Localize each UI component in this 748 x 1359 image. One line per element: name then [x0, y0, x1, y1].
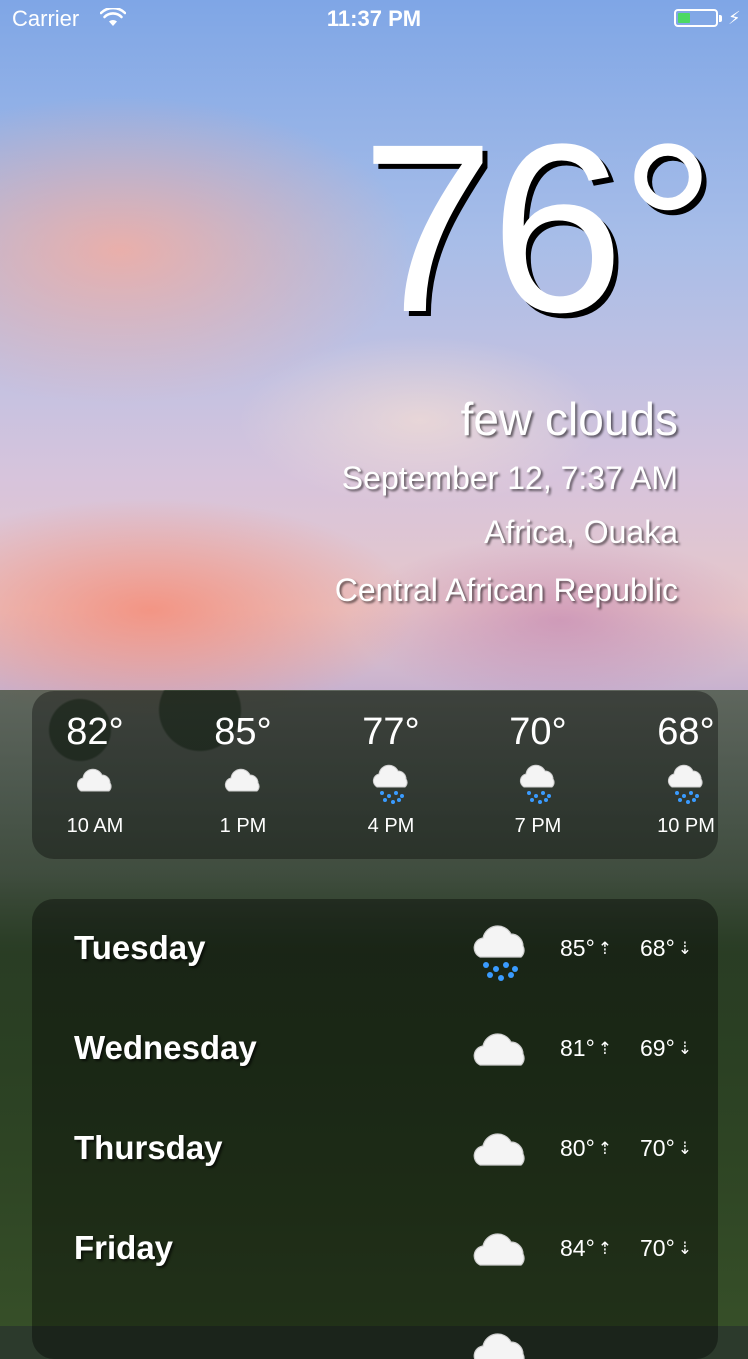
- hourly-forecast[interactable]: 82° 10 AM 85° 1 PM 77° 4 PM 70° 7 PM 68°: [32, 691, 718, 859]
- daily-forecast[interactable]: Tuesday 85° ⇡ 68° ⇣ Wednesday 81° ⇡ 69° ⇣ Th…: [32, 899, 718, 1359]
- hourly-time: 1 PM: [219, 815, 267, 837]
- hourly-time: 4 PM: [367, 815, 415, 837]
- rain-cloud-icon: [519, 764, 555, 804]
- day-name: Thursday: [74, 1129, 223, 1166]
- current-datetime: September 12, 7:37 AM: [341, 460, 678, 496]
- day-name: Friday: [74, 1229, 174, 1266]
- daily-row: Friday 84° ⇡ 70° ⇣: [32, 1199, 718, 1299]
- hourly-temp: 70°: [509, 711, 567, 753]
- low-temp: 68° ⇣: [640, 935, 693, 961]
- day-name: Tuesday: [74, 929, 206, 966]
- location-country: Central African Republic: [334, 572, 678, 608]
- arrow-down-icon: ⇣: [677, 1139, 693, 1158]
- hourly-temp: 68°: [657, 711, 715, 753]
- day-name: Wednesday: [74, 1029, 257, 1066]
- high-temp: 80° ⇡: [560, 1135, 613, 1161]
- arrow-up-icon: ⇡: [597, 1139, 613, 1158]
- arrow-up-icon: ⇡: [597, 939, 613, 958]
- daily-row: Wednesday 81° ⇡ 69° ⇣: [32, 999, 718, 1099]
- low-temp: 69° ⇣: [640, 1035, 693, 1061]
- low-temp: 70° ⇣: [640, 1135, 693, 1161]
- charging-icon: ⚡: [728, 8, 741, 28]
- hourly-time: 7 PM: [514, 815, 562, 837]
- cloud-icon: [224, 768, 260, 792]
- cloud-icon: [473, 1133, 525, 1166]
- hourly-temp: 85°: [214, 711, 272, 753]
- status-bar: Carrier 11:37 PM ⚡: [0, 0, 748, 40]
- cloud-icon: [473, 1333, 525, 1359]
- hourly-temp: 82°: [66, 711, 124, 753]
- arrow-up-icon: ⇡: [597, 1039, 613, 1058]
- arrow-down-icon: ⇣: [677, 1239, 693, 1258]
- rain-cloud-icon: [473, 925, 525, 981]
- arrow-down-icon: ⇣: [677, 939, 693, 958]
- hourly-temp: 77°: [362, 711, 420, 753]
- location-region: Africa, Ouaka: [484, 514, 678, 550]
- cloud-icon: [76, 768, 112, 792]
- weather-description: few clouds: [460, 393, 678, 445]
- high-temp: 84° ⇡: [560, 1235, 613, 1261]
- status-time: 11:37 PM: [326, 6, 422, 31]
- current-temperature: 76°: [361, 94, 716, 362]
- hourly-time: 10 PM: [657, 815, 715, 837]
- hourly-time: 10 AM: [66, 815, 124, 837]
- arrow-down-icon: ⇣: [677, 1039, 693, 1058]
- rain-cloud-icon: [372, 764, 408, 804]
- high-temp: 81° ⇡: [560, 1035, 613, 1061]
- arrow-up-icon: ⇡: [597, 1239, 613, 1258]
- cloud-icon: [473, 1233, 525, 1266]
- rain-cloud-icon: [667, 764, 703, 804]
- low-temp: 70° ⇣: [640, 1235, 693, 1261]
- daily-row: Thursday 80° ⇡ 70° ⇣: [32, 1099, 718, 1199]
- cloud-icon: [473, 1033, 525, 1066]
- daily-row: Tuesday 85° ⇡ 68° ⇣: [32, 899, 718, 999]
- battery-icon: [674, 9, 722, 27]
- daily-row-partial: [32, 1299, 718, 1359]
- high-temp: 85° ⇡: [560, 935, 613, 961]
